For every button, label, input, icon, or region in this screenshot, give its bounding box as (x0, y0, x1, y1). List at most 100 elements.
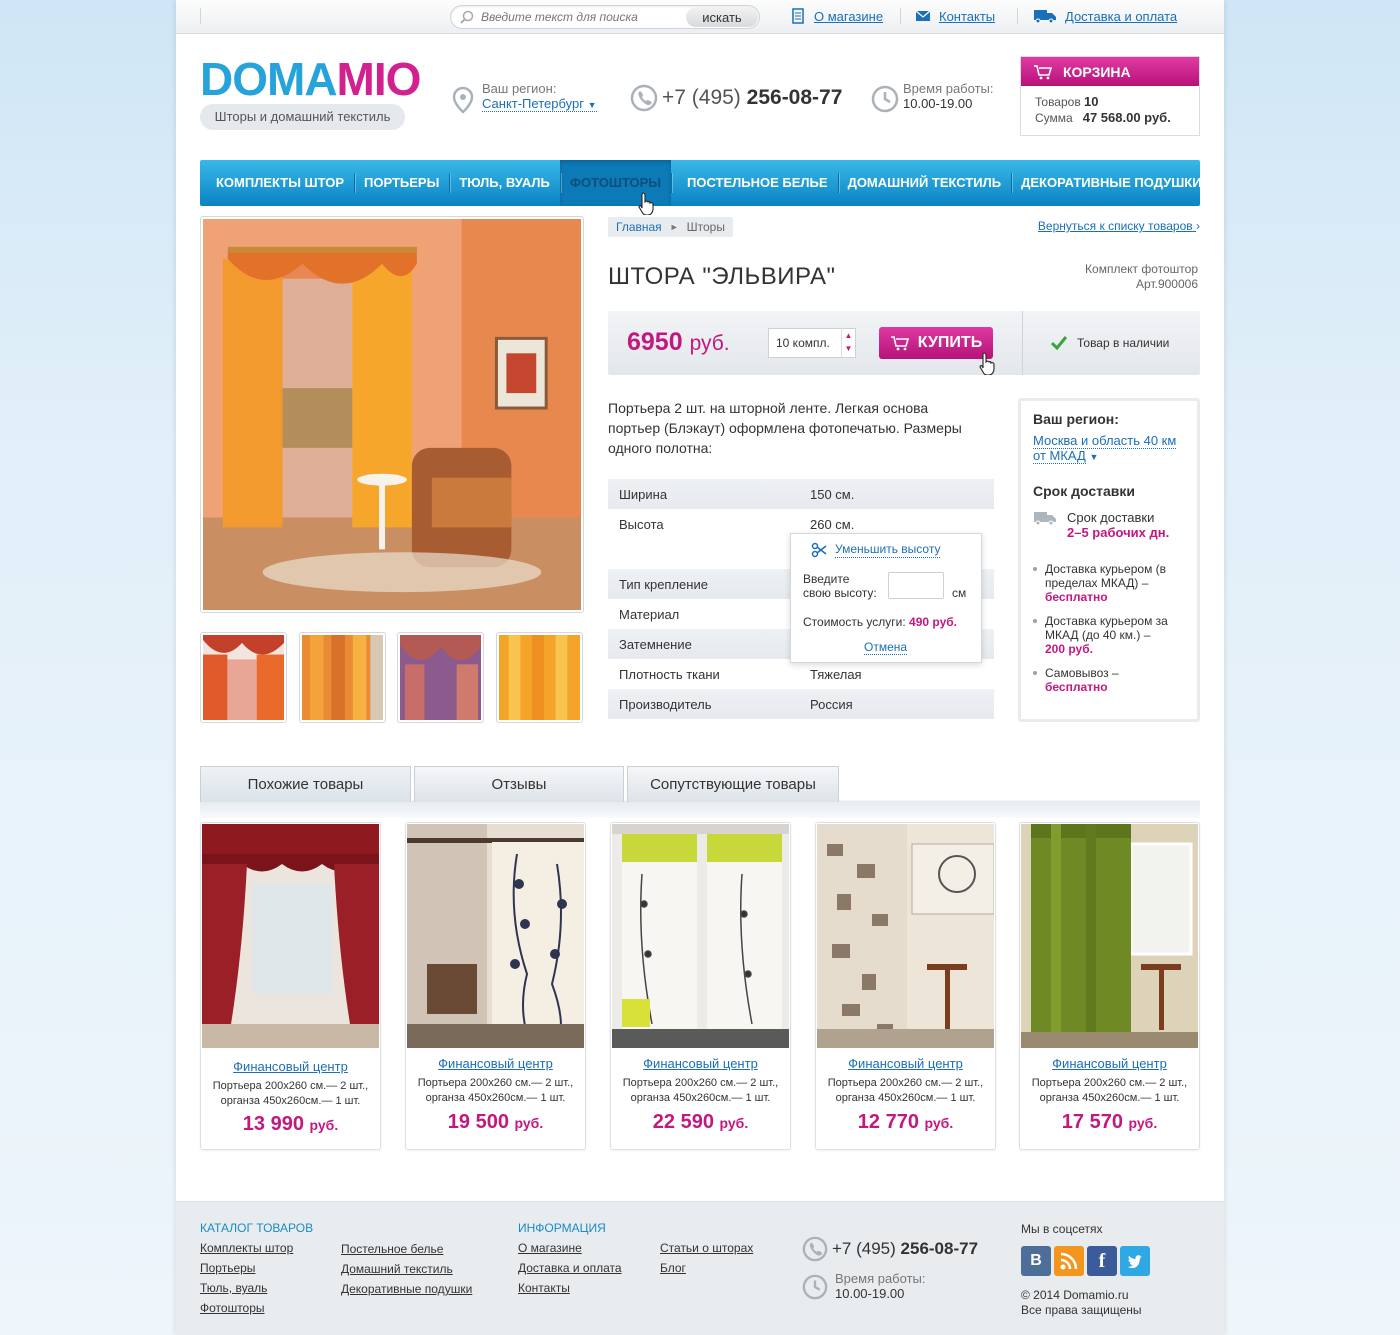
chevron-down-icon[interactable]: ▼ (842, 342, 855, 355)
product-card[interactable]: Финансовый центр Портьера 200х260 см.— 2… (200, 822, 381, 1150)
breadcrumb-home[interactable]: Главная (616, 217, 662, 237)
height-unit: см (952, 586, 967, 600)
product-image[interactable] (202, 824, 379, 1048)
footer-link[interactable]: Портьеры (200, 1258, 255, 1278)
cart-items-label: Товаров (1035, 95, 1081, 109)
reduce-height-link[interactable]: Уменьшить высоту (811, 542, 941, 558)
nav-item-portieres[interactable]: Портьеры (354, 160, 449, 206)
spec-value: 150 см. (810, 486, 855, 502)
twitter-icon[interactable] (1120, 1246, 1150, 1276)
nav-item-curtain-sets[interactable]: Комплекты штор (200, 160, 354, 206)
price-currency: руб. (689, 332, 730, 355)
rss-glyph (1060, 1252, 1078, 1270)
desc-line: органза 450х260см.— 1 шт. (425, 1092, 566, 1104)
product-thumbnail[interactable] (496, 632, 583, 723)
contacts-link[interactable]: Контакты (915, 8, 995, 24)
product-card[interactable]: Финансовый центр Портьера 200х260 см.— 2… (405, 822, 586, 1150)
search-input[interactable] (481, 9, 681, 25)
room-curtain-image (203, 219, 581, 610)
product-thumbnail[interactable] (200, 632, 287, 723)
cart-icon (890, 336, 909, 351)
price-value: 22 590 (652, 1111, 714, 1133)
price-value: 17 570 (1061, 1111, 1123, 1133)
product-meta: Комплект фотоштор Арт.900006 (1085, 262, 1198, 292)
product-name-link[interactable]: Финансовый центр (201, 1059, 380, 1074)
footer-link[interactable]: Комплекты штор (200, 1238, 293, 1258)
footer-link[interactable]: Доставка и оплата (518, 1258, 622, 1278)
product-name-link[interactable]: Финансовый центр (1020, 1056, 1199, 1071)
cancel-link[interactable]: Отмена (864, 640, 908, 655)
product-image[interactable] (407, 824, 584, 1048)
product-price: 6950 руб. (627, 328, 730, 357)
stepper-arrows[interactable]: ▲ ▼ (841, 329, 855, 357)
footer-link[interactable]: Декоративные подушки (341, 1279, 472, 1299)
phone-icon (630, 84, 658, 112)
cart-widget[interactable]: КОРЗИНА Товаров 10 Сумма 47 568.00 руб. (1020, 56, 1200, 136)
footer-link[interactable]: Статьи о шторах (660, 1238, 753, 1258)
footer-link[interactable]: Тюль, вуаль (200, 1278, 267, 1298)
search-icon (460, 10, 474, 24)
product-name-link[interactable]: Финансовый центр (406, 1056, 585, 1071)
cart-sum-value: 47 568.00 руб. (1082, 110, 1171, 125)
footer-phone[interactable]: +7 (495) 256-08-77 (832, 1239, 978, 1259)
footer-link[interactable]: Домашний текстиль (341, 1259, 453, 1279)
location-pin-icon (452, 86, 474, 114)
spec-row: Плотность ткани Тяжелая (608, 659, 994, 689)
product-desc: Портьера 200х260 см.— 2 шт., органза 450х… (1020, 1076, 1199, 1106)
delivery-region-select[interactable]: Москва и область 40 км от МКАД ▼ (1033, 433, 1185, 465)
nav-item-tulle[interactable]: Тюль, вуаль (449, 160, 560, 206)
delivery-box: Ваш регион: Москва и область 40 км от МК… (1018, 398, 1200, 722)
product-image[interactable] (817, 824, 994, 1048)
tab-similar[interactable]: Похожие товары (200, 766, 411, 802)
curtain-image (1021, 824, 1198, 1048)
nav-item-home-textile[interactable]: Домашний текстиль (837, 160, 1012, 206)
header-phone[interactable]: +7 (495) 256-08-77 (662, 86, 842, 110)
footer-link[interactable]: О магазине (518, 1238, 582, 1258)
about-link[interactable]: О магазине (790, 8, 883, 24)
product-thumbnail[interactable] (397, 632, 484, 723)
term-value: 2–5 рабочих дн. (1067, 525, 1170, 540)
social-title: Мы в соцсетях (1021, 1222, 1103, 1236)
product-thumbnail[interactable] (299, 632, 386, 723)
product-name-link[interactable]: Финансовый центр (816, 1056, 995, 1071)
cart-header[interactable]: КОРЗИНА (1021, 57, 1199, 86)
product-image[interactable] (1021, 824, 1198, 1048)
delivery-link[interactable]: Доставка и оплата (1033, 8, 1177, 24)
quantity-stepper[interactable]: 10 компл. ▲ ▼ (768, 328, 856, 358)
logo[interactable]: DOMAMIO (200, 52, 421, 106)
back-to-list-link[interactable]: Вернуться к списку товаров › (1038, 219, 1200, 233)
product-card[interactable]: Финансовый центр Портьера 200х260 см.— 2… (1019, 822, 1200, 1150)
facebook-icon[interactable]: f (1087, 1246, 1117, 1276)
delivery-term: Срок доставки 2–5 рабочих дн. (1033, 510, 1185, 540)
desc-line: органза 450х260см.— 1 шт. (1039, 1092, 1180, 1104)
product-article: Арт.900006 (1136, 277, 1198, 291)
height-input[interactable] (888, 572, 944, 599)
product-main-image[interactable] (200, 216, 584, 613)
footer-link[interactable]: Постельное белье (341, 1239, 443, 1259)
rss-icon[interactable] (1054, 1246, 1084, 1276)
region-value: Санкт-Петербург (482, 96, 584, 111)
search-button[interactable]: искать (686, 7, 758, 27)
product-image[interactable] (612, 824, 789, 1048)
product-card[interactable]: Финансовый центр Портьера 200х260 см.— 2… (610, 822, 791, 1150)
tab-related[interactable]: Сопутствующие товары (627, 766, 839, 802)
option-text: Доставка курьером (в пределах МКАД) – (1045, 562, 1167, 590)
nav-item-bedding[interactable]: Постельное белье (671, 160, 838, 206)
product-name-link[interactable]: Финансовый центр (611, 1056, 790, 1071)
product-card[interactable]: Финансовый центр Портьера 200х260 см.— 2… (815, 822, 996, 1150)
chevron-up-icon[interactable]: ▲ (842, 329, 855, 342)
label-line: свою высоту: (803, 586, 877, 600)
footer-link[interactable]: Блог (660, 1258, 686, 1278)
buy-button[interactable]: КУПИТЬ (879, 327, 993, 359)
nav-item-pillows[interactable]: Декоративные подушки (1011, 160, 1211, 206)
height-popup: Уменьшить высоту Введите свою высоту: см … (790, 533, 982, 663)
desc-line: Портьера 200х260 см.— 2 шт., (827, 1077, 984, 1089)
vk-icon[interactable]: В (1021, 1246, 1051, 1276)
phone-number: 256-08-77 (900, 1239, 979, 1258)
tab-reviews[interactable]: Отзывы (414, 766, 624, 802)
footer-link[interactable]: Контакты (518, 1278, 570, 1298)
region-select[interactable]: Санкт-Петербург ▼ (482, 96, 597, 112)
option-price: бесплатно (1045, 680, 1108, 694)
region-line: Москва и область 40 км (1033, 433, 1177, 449)
footer-link[interactable]: Фотошторы (200, 1298, 265, 1318)
